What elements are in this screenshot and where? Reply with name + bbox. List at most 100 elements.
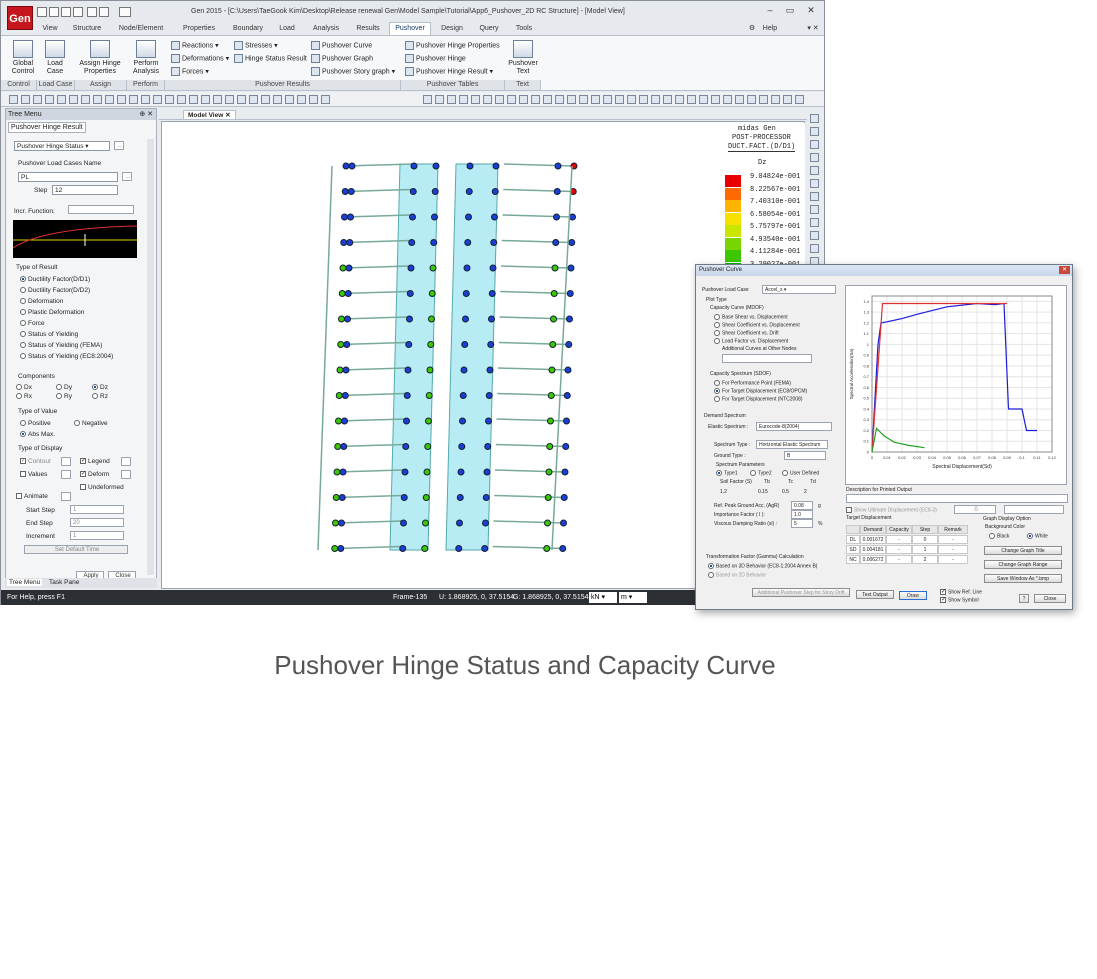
tab-task-pane[interactable]: Task Pane xyxy=(49,579,79,586)
toolbar-tool-icon[interactable] xyxy=(189,95,198,104)
toolbar-tool-icon[interactable] xyxy=(495,95,504,104)
radio-ry[interactable]: Ry xyxy=(56,393,72,400)
importance-input[interactable]: 1.0 xyxy=(791,510,813,519)
view-tool-icon[interactable] xyxy=(810,231,819,240)
toolbar-tool-icon[interactable] xyxy=(33,95,42,104)
toolbar-tool-icon[interactable] xyxy=(435,95,444,104)
load-case-select[interactable]: PL xyxy=(18,172,118,182)
tab-model-view[interactable]: Model View ✕ xyxy=(183,110,236,120)
pin-close-icon[interactable]: ⊕ ✕ xyxy=(139,110,153,118)
restore-icon[interactable]: ▭ xyxy=(781,5,799,17)
toolbar-tool-icon[interactable] xyxy=(615,95,624,104)
toolbar-tool-icon[interactable] xyxy=(663,95,672,104)
toolbar-tool-icon[interactable] xyxy=(177,95,186,104)
tab-query[interactable]: Query xyxy=(473,23,505,35)
toolbar-tool-icon[interactable] xyxy=(93,95,102,104)
toolbar-tool-icon[interactable] xyxy=(153,95,162,104)
radio-load-factor[interactable]: Load Factor vs. Displacement xyxy=(714,338,788,344)
print-icon[interactable] xyxy=(87,7,97,17)
ground-type-select[interactable]: B xyxy=(784,451,826,460)
radio-abs-max[interactable]: Abs Max. xyxy=(20,431,55,438)
checkbox-undeformed[interactable]: Undeformed xyxy=(80,484,124,491)
radio-dz[interactable]: Dz xyxy=(92,384,108,391)
radio-status-yielding-ec8[interactable]: Status of Yielding (EC8:2004) xyxy=(20,353,113,360)
tab-results[interactable]: Results xyxy=(349,23,387,35)
tab-node-element[interactable]: Node/Element xyxy=(113,23,169,35)
radio-shear-coef-disp[interactable]: Shear Coefficient vs. Displacement xyxy=(714,322,800,328)
toolbar-tool-icon[interactable] xyxy=(795,95,804,104)
close-icon[interactable]: ✕ xyxy=(802,5,820,17)
view-tool-icon[interactable] xyxy=(810,244,819,253)
radio-status-yielding-fema[interactable]: Status of Yielding (FEMA) xyxy=(20,342,102,349)
pushover-curve-button[interactable]: Pushover Curve xyxy=(311,41,372,50)
toolbar-tool-icon[interactable] xyxy=(519,95,528,104)
legend-options-button[interactable] xyxy=(121,457,131,466)
text-output-button[interactable]: Text Output xyxy=(856,590,894,599)
dialog-close-icon[interactable]: ✕ xyxy=(1059,266,1070,274)
view-tool-icon[interactable] xyxy=(810,218,819,227)
radio-rz[interactable]: Rz xyxy=(92,393,108,400)
deformations-button[interactable]: Deformations ▾ xyxy=(171,54,229,63)
toolbar-tool-icon[interactable] xyxy=(711,95,720,104)
reactions-button[interactable]: Reactions ▾ xyxy=(171,41,219,50)
ref-peak-input[interactable]: 0.08 xyxy=(791,501,813,510)
pushover-story-graph-button[interactable]: Pushover Story graph ▾ xyxy=(311,67,395,76)
additional-nodes-inputs[interactable] xyxy=(722,354,812,363)
animate-options-button[interactable] xyxy=(61,492,71,501)
checkbox-deform[interactable]: ✓ Deform xyxy=(80,471,109,478)
checkbox-show-ref-line[interactable]: ✓ Show Ref. Line xyxy=(940,589,982,595)
toolbar-tool-icon[interactable] xyxy=(651,95,660,104)
toolbar-tool-icon[interactable] xyxy=(579,95,588,104)
toolbar-tool-icon[interactable] xyxy=(759,95,768,104)
save-icon[interactable] xyxy=(61,7,71,17)
toolbar-tool-icon[interactable] xyxy=(321,95,330,104)
contour-options-button[interactable] xyxy=(61,457,71,466)
start-step-input[interactable]: 1 xyxy=(70,505,124,514)
toolbar-tool-icon[interactable] xyxy=(273,95,282,104)
toolbar-tool-icon[interactable] xyxy=(297,95,306,104)
radio-ec8[interactable]: For Target Displacement (EC8/OPCM) xyxy=(714,388,807,394)
checkbox-contour[interactable]: ✓ Contour xyxy=(20,458,51,465)
radio-dy[interactable]: Dy xyxy=(56,384,72,391)
toolbar-tool-icon[interactable] xyxy=(165,95,174,104)
toolbar-tool-icon[interactable] xyxy=(141,95,150,104)
radio-type2[interactable]: Type2 xyxy=(750,470,772,476)
step-select[interactable]: 12 xyxy=(52,185,118,195)
tab-load[interactable]: Load xyxy=(273,23,301,35)
perform-analysis-button[interactable]: Perform Analysis xyxy=(129,40,163,76)
additional-step-button[interactable]: Additional Pushover Step for Story Drift xyxy=(752,588,850,597)
toolbar-tool-icon[interactable] xyxy=(747,95,756,104)
radio-status-yielding[interactable]: Status of Yielding xyxy=(20,331,78,338)
checkbox-values[interactable]: Values xyxy=(20,471,47,478)
radio-plastic-deformation[interactable]: Plastic Deformation xyxy=(20,309,84,316)
tab-design[interactable]: Design xyxy=(435,23,469,35)
radio-negative[interactable]: Negative xyxy=(74,420,108,427)
radio-base-shear[interactable]: Base Shear vs. Displacement xyxy=(714,314,788,320)
toolbar-tool-icon[interactable] xyxy=(723,95,732,104)
toolbar-tool-icon[interactable] xyxy=(201,95,210,104)
toolbar-tool-icon[interactable] xyxy=(9,95,18,104)
radio-dx[interactable]: Dx xyxy=(16,384,32,391)
toolbar-tool-icon[interactable] xyxy=(117,95,126,104)
toolbar-tool-icon[interactable] xyxy=(69,95,78,104)
view-tool-icon[interactable] xyxy=(810,114,819,123)
toolbar-tool-icon[interactable] xyxy=(567,95,576,104)
radio-ntc2008[interactable]: For Target Displacement (NTC2008) xyxy=(714,396,803,402)
save-as-icon[interactable] xyxy=(73,7,83,17)
toolbar-tool-icon[interactable] xyxy=(591,95,600,104)
hinge-status-result-button[interactable]: Hinge Status Result xyxy=(234,54,307,63)
tab-structure[interactable]: Structure xyxy=(67,23,107,35)
toolbar-tool-icon[interactable] xyxy=(249,95,258,104)
new-file-icon[interactable] xyxy=(37,7,47,17)
toolbar-tool-icon[interactable] xyxy=(459,95,468,104)
draw-button[interactable]: Draw xyxy=(899,591,927,600)
radio-fema[interactable]: For Performance Point (FEMA) xyxy=(714,380,791,386)
toolbar-tool-icon[interactable] xyxy=(687,95,696,104)
description-input[interactable] xyxy=(846,494,1068,503)
toolbar-tool-icon[interactable] xyxy=(543,95,552,104)
force-unit-select[interactable]: kN ▾ xyxy=(589,592,617,603)
toolbar-tool-icon[interactable] xyxy=(57,95,66,104)
radio-bg-white[interactable]: White xyxy=(1027,533,1048,539)
damping-input[interactable]: 5 xyxy=(791,519,813,528)
toolbar-tool-icon[interactable] xyxy=(225,95,234,104)
